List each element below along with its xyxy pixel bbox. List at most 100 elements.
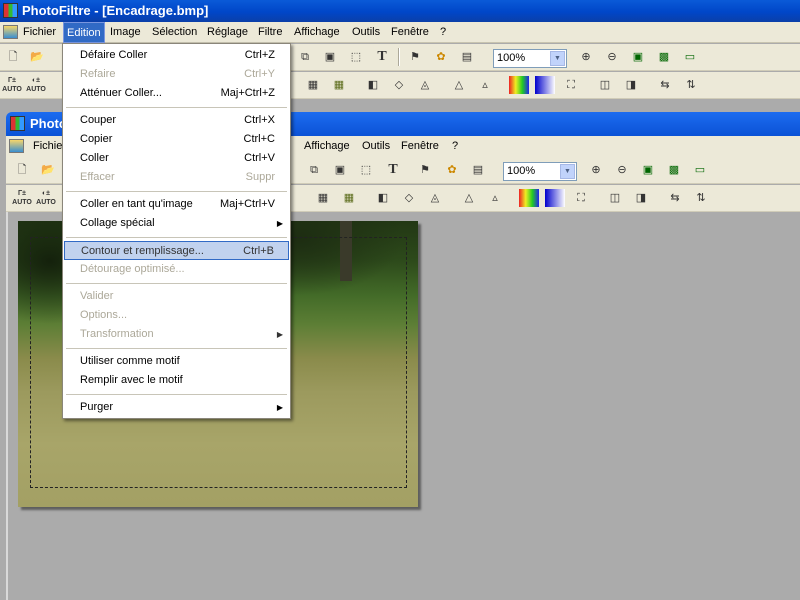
explorer-icon[interactable]: ⚑: [415, 161, 435, 179]
menu-item-undo-paste[interactable]: Défaire Coller Ctrl+Z: [64, 46, 289, 65]
flip-horizontal-icon[interactable]: ⇆: [655, 76, 675, 94]
menu-fichier[interactable]: Fichier: [20, 22, 59, 43]
window-icon[interactable]: ▤: [468, 161, 488, 179]
menu-item-use-as-pattern[interactable]: Utiliser comme motif: [64, 352, 289, 371]
menu-item-options[interactable]: Options...: [64, 306, 289, 325]
flip-horizontal-icon[interactable]: ⇆: [665, 189, 685, 207]
menu-edition[interactable]: Edition: [63, 22, 105, 43]
rotate-right-icon[interactable]: ◨: [631, 189, 651, 207]
fullscreen-icon[interactable]: ▭: [680, 48, 700, 66]
zoom-out-icon[interactable]: ⊖: [602, 48, 622, 66]
triangle-outline-icon[interactable]: ▵: [485, 189, 505, 207]
menu-reglage[interactable]: Réglage: [204, 22, 251, 43]
clone-icon[interactable]: ▣: [330, 161, 350, 179]
stamp-icon[interactable]: ⧉: [304, 161, 324, 179]
text-tool-icon[interactable]: T: [372, 48, 392, 66]
triangle-outline-icon[interactable]: ▵: [475, 76, 495, 94]
doc-menu-outils[interactable]: Outils: [362, 136, 390, 156]
menu-separator: [66, 191, 287, 192]
new-file-icon[interactable]: 🗋: [12, 161, 32, 179]
menu-item-cut[interactable]: Couper Ctrl+X: [64, 111, 289, 130]
doc-menu-fichier[interactable]: Fichie: [33, 136, 62, 156]
grid-color-icon[interactable]: ▦: [329, 76, 349, 94]
zoom-in-icon[interactable]: ⊕: [586, 161, 606, 179]
menu-selection[interactable]: Sélection: [149, 22, 200, 43]
crop-icon[interactable]: ⛶: [571, 189, 591, 207]
zoom-select[interactable]: 100% ▼: [493, 49, 567, 68]
menu-filtre[interactable]: Filtre: [255, 22, 285, 43]
grid-color-icon[interactable]: ▦: [339, 189, 359, 207]
zoom-out-icon[interactable]: ⊖: [612, 161, 632, 179]
menu-item-redo[interactable]: Refaire Ctrl+Y: [64, 65, 289, 84]
zoom-in-icon[interactable]: ⊕: [576, 48, 596, 66]
doc-menu-fenetre[interactable]: Fenêtre: [401, 136, 439, 156]
gradient-icon[interactable]: [535, 76, 555, 94]
drop-icon[interactable]: ◇: [399, 189, 419, 207]
text-tool-icon[interactable]: T: [383, 161, 403, 179]
doc-zoom-select[interactable]: 100% ▼: [503, 162, 577, 181]
auto-levels-icon[interactable]: Γ± AUTO: [12, 189, 32, 207]
fit-window-icon[interactable]: ▩: [654, 48, 674, 66]
grid-icon[interactable]: ▦: [313, 189, 333, 207]
triangle-icon[interactable]: △: [459, 189, 479, 207]
flip-vertical-icon[interactable]: ⇅: [681, 76, 701, 94]
menu-item-purge[interactable]: Purger ▶: [64, 398, 289, 417]
actual-size-icon[interactable]: ▣: [628, 48, 648, 66]
menu-item-outline-fill[interactable]: Contour et remplissage... Ctrl+B: [64, 241, 289, 260]
open-folder-icon[interactable]: 📂: [38, 161, 58, 179]
window-icon[interactable]: ▤: [457, 48, 477, 66]
menu-image[interactable]: Image: [107, 22, 144, 43]
effects-icon[interactable]: ✿: [431, 48, 451, 66]
menu-outils[interactable]: Outils: [349, 22, 383, 43]
document-system-icon[interactable]: [9, 139, 24, 153]
rotate-right-icon[interactable]: ◨: [621, 76, 641, 94]
drop-sharp-icon[interactable]: ◬: [415, 76, 435, 94]
menu-item-optimized-cutout[interactable]: Détourage optimisé...: [64, 260, 289, 279]
menu-item-paste[interactable]: Coller Ctrl+V: [64, 149, 289, 168]
stamp-icon[interactable]: ⧉: [295, 48, 315, 66]
grid-icon[interactable]: ▦: [303, 76, 323, 94]
auto-contrast-icon[interactable]: ◐± AUTO: [26, 76, 46, 94]
explorer-icon[interactable]: ⚑: [405, 48, 425, 66]
new-file-icon[interactable]: 🗋: [3, 48, 23, 66]
menu-item-fill-with-pattern[interactable]: Remplir avec le motif: [64, 371, 289, 390]
menu-item-fade-paste[interactable]: Atténuer Coller... Maj+Ctrl+Z: [64, 84, 289, 103]
chevron-down-icon[interactable]: ▼: [560, 164, 575, 179]
drop-sharp-icon[interactable]: ◬: [425, 189, 445, 207]
menu-item-clear[interactable]: Effacer Suppr: [64, 168, 289, 187]
doc-menu-help[interactable]: ?: [452, 136, 458, 156]
rotate-left-icon[interactable]: ◫: [605, 189, 625, 207]
drop-icon[interactable]: ◇: [389, 76, 409, 94]
menu-item-validate[interactable]: Valider: [64, 287, 289, 306]
menu-fenetre[interactable]: Fenêtre: [388, 22, 432, 43]
clone-icon[interactable]: ▣: [320, 48, 340, 66]
fit-window-icon[interactable]: ▩: [664, 161, 684, 179]
app-titlebar[interactable]: PhotoFiltre - [Encadrage.bmp]: [0, 0, 800, 22]
document-system-icon[interactable]: [3, 25, 18, 39]
open-folder-icon[interactable]: 📂: [27, 48, 47, 66]
mirror-icon[interactable]: ◧: [363, 76, 383, 94]
chevron-down-icon[interactable]: ▼: [550, 51, 565, 66]
mirror-icon[interactable]: ◧: [373, 189, 393, 207]
selection-icon[interactable]: ⬚: [356, 161, 376, 179]
color-palette-icon[interactable]: [519, 189, 539, 207]
menu-item-paste-as-image[interactable]: Coller en tant qu'image Maj+Ctrl+V: [64, 195, 289, 214]
selection-icon[interactable]: ⬚: [346, 48, 366, 66]
menu-affichage[interactable]: Affichage: [291, 22, 343, 43]
auto-contrast-icon[interactable]: ◐± AUTO: [36, 189, 56, 207]
menu-item-transformation[interactable]: Transformation ▶: [64, 325, 289, 344]
auto-levels-icon[interactable]: Γ± AUTO: [2, 76, 22, 94]
doc-menu-affichage[interactable]: Affichage: [304, 136, 350, 156]
effects-icon[interactable]: ✿: [442, 161, 462, 179]
triangle-icon[interactable]: △: [449, 76, 469, 94]
menu-item-copy[interactable]: Copier Ctrl+C: [64, 130, 289, 149]
flip-vertical-icon[interactable]: ⇅: [691, 189, 711, 207]
crop-icon[interactable]: ⛶: [561, 76, 581, 94]
menu-help[interactable]: ?: [437, 22, 449, 43]
menu-item-paste-special[interactable]: Collage spécial ▶: [64, 214, 289, 233]
color-palette-icon[interactable]: [509, 76, 529, 94]
fullscreen-icon[interactable]: ▭: [690, 161, 710, 179]
rotate-left-icon[interactable]: ◫: [595, 76, 615, 94]
gradient-icon[interactable]: [545, 189, 565, 207]
actual-size-icon[interactable]: ▣: [638, 161, 658, 179]
